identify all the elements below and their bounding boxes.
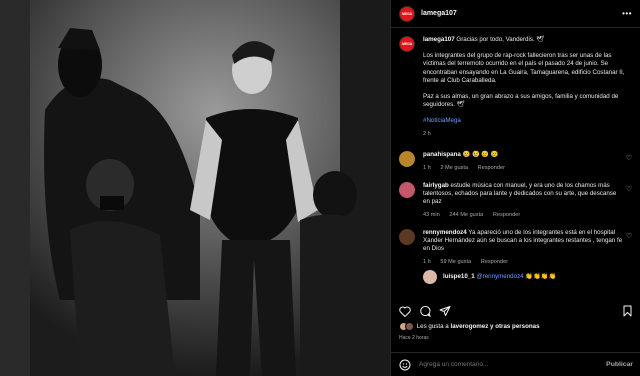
comment-like-icon[interactable]: ♡ <box>626 232 632 240</box>
comment-likes[interactable]: 59 Me gusta <box>440 259 471 265</box>
caption-avatar[interactable]: MEGA <box>399 36 415 52</box>
liker-avatar <box>405 322 414 331</box>
like-heart-icon[interactable] <box>399 306 411 317</box>
comment-input[interactable] <box>419 361 607 368</box>
reply-username[interactable]: luispe10_1 <box>443 273 475 280</box>
comment-username[interactable]: fairlygab <box>423 182 449 189</box>
comment-composer: Publicar <box>391 352 640 376</box>
comment-item: rennymendoz4 Ya apareció uno de los inte… <box>391 228 640 266</box>
comment-time: 1 h <box>423 164 431 171</box>
logo-text: MEGA <box>401 11 413 16</box>
comment-item: panahispana 😢 😢 😢 😢 1 h 2 Me gusta Respo… <box>391 150 640 172</box>
reply-button[interactable]: Responder <box>493 212 520 218</box>
action-bar: Les gusta a laverogomez y otras personas… <box>391 302 640 341</box>
reply-text: 👏👏👏👏 <box>525 272 557 280</box>
reply-item: luispe10_1 @rennymendoz4 👏👏👏👏 <box>391 269 640 284</box>
comment-text: estudie música con manuel, y era uno de … <box>423 181 617 205</box>
likes-suffix[interactable]: y otras personas <box>490 323 540 330</box>
replier-avatar[interactable] <box>423 269 437 284</box>
caption-time: 2 h <box>423 131 431 137</box>
post-header: MEGA lamega107 ••• <box>391 0 640 28</box>
caption-username[interactable]: lamega107 <box>423 36 455 43</box>
reply-button[interactable]: Responder <box>478 165 505 171</box>
share-icon[interactable] <box>439 305 451 317</box>
reply-mention[interactable]: @rennymendoz4 <box>476 273 523 280</box>
likes-summary[interactable]: Les gusta a laverogomez y otras personas <box>399 322 633 331</box>
comment-username[interactable]: rennymendoz4 <box>423 229 467 236</box>
comment-likes[interactable]: 2 Me gusta <box>440 165 468 171</box>
comment-icon[interactable] <box>419 305 431 317</box>
comment-item: fairlygab estudie música con manuel, y e… <box>391 181 640 219</box>
post-age: Hace 2 horas <box>399 335 429 341</box>
commenter-avatar[interactable] <box>399 150 415 167</box>
liker-avatars <box>399 322 414 331</box>
post-photo[interactable] <box>0 0 390 376</box>
comments-feed[interactable]: MEGA lamega107 Gracias por todo, Vanderd… <box>391 28 640 296</box>
emoji-icon[interactable] <box>399 359 411 371</box>
caption-hashtag[interactable]: #NoticiaMega <box>423 117 633 126</box>
comment-likes[interactable]: 244 Me gusta <box>449 212 483 218</box>
save-bookmark-icon[interactable] <box>622 305 633 317</box>
comment-time: 43 min <box>423 211 440 218</box>
comment-like-icon[interactable]: ♡ <box>626 154 632 162</box>
caption-paragraph-1: Los integrantes del grupo de rap-rock fa… <box>423 51 625 85</box>
caption-paragraph-2: Paz a sus almas, un gran abrazo a sus am… <box>423 92 619 109</box>
caption: MEGA lamega107 Gracias por todo, Vanderd… <box>391 28 640 139</box>
likes-user[interactable]: laverogomez <box>450 323 488 330</box>
comment-time: 1 h <box>423 258 431 265</box>
comment-username[interactable]: panahispana <box>423 151 461 158</box>
band-photo-illustration <box>0 0 390 376</box>
logo-text: MEGA <box>401 42 413 46</box>
commenter-avatar[interactable] <box>399 228 415 245</box>
commenter-avatar[interactable] <box>399 181 415 198</box>
likes-prefix: Les gusta a <box>416 323 449 330</box>
caption-first-line: Gracias por todo, Vanderdis. 🕊 <box>456 36 545 43</box>
reply-button[interactable]: Responder <box>481 259 508 265</box>
post-comment-button[interactable]: Publicar <box>606 361 633 368</box>
more-options-icon[interactable]: ••• <box>622 9 632 18</box>
header-username[interactable]: lamega107 <box>421 10 457 17</box>
account-avatar[interactable]: MEGA <box>399 5 415 22</box>
comment-like-icon[interactable]: ♡ <box>626 185 632 193</box>
comment-text: 😢 😢 😢 😢 <box>462 150 499 158</box>
post-side-panel: MEGA lamega107 ••• MEGA lamega107 Gracia… <box>390 0 640 376</box>
